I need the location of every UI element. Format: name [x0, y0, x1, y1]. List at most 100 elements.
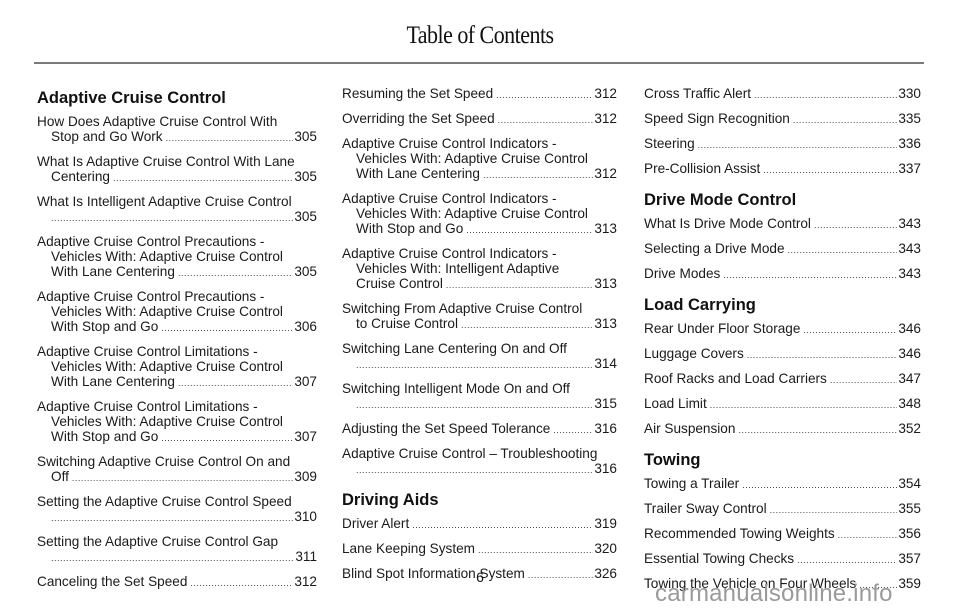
entry-page-number: 310	[294, 509, 317, 524]
dot-leader	[113, 171, 293, 186]
dot-leader	[830, 373, 897, 388]
toc-entry[interactable]: Switching Lane Centering On and Off 314	[342, 341, 617, 373]
toc-entry[interactable]: Adaptive Cruise Control Precautions - Veh…	[37, 289, 317, 336]
entry-last-line: Steering 336	[644, 136, 921, 153]
toc-entry[interactable]: What Is Adaptive Cruise Control With Lan…	[37, 154, 317, 186]
entry-last-line: to Cruise Control 313	[342, 316, 617, 333]
section-heading: Adaptive Cruise Control	[37, 89, 226, 107]
entry-page-number: 343	[898, 216, 921, 231]
toc-entry[interactable]: Adaptive Cruise Control Limitations - Veh…	[37, 344, 317, 391]
entry-text: Vehicles With: Adaptive Cruise Control	[51, 249, 283, 264]
toc-entry[interactable]: Towing a Trailer 354	[644, 476, 921, 493]
toc-section: Resuming the Set Speed312 Overriding the …	[342, 86, 617, 478]
entry-text: Pre-Collision Assist	[644, 161, 761, 176]
entry-page-number: 337	[898, 161, 921, 176]
toc-entry[interactable]: Switching Adaptive Cruise Control On and…	[37, 454, 317, 486]
toc-entry[interactable]: Switching Intelligent Mode On and Off 315	[342, 381, 617, 413]
entry-page-number: 352	[898, 421, 921, 436]
toc-entry[interactable]: Resuming the Set Speed 312	[342, 86, 617, 103]
toc-entry[interactable]: Lane Keeping System 320	[342, 541, 617, 558]
entry-text: Switching Adaptive Cruise Control On and	[37, 454, 291, 469]
toc-entry[interactable]: Adaptive Cruise Control Limitations - Veh…	[37, 399, 317, 446]
entry-page-number: 330	[898, 86, 921, 101]
entry-text: Steering	[644, 136, 695, 151]
toc-entry[interactable]: Driver Alert 319	[342, 516, 617, 533]
entry-last-line: Resuming the Set Speed 312	[342, 86, 617, 103]
toc-entry[interactable]: How Does Adaptive Cruise Control With Sto…	[37, 114, 317, 146]
entry-text: Vehicles With: Adaptive Cruise Control	[356, 206, 588, 221]
toc-entry[interactable]: Speed Sign Recognition 335	[644, 111, 921, 128]
entry-text: Drive Modes	[644, 266, 721, 281]
toc-entry[interactable]: Adaptive Cruise Control – Troubleshootin…	[342, 446, 617, 478]
entry-last-line: Load Limit 348	[644, 396, 921, 413]
entry-page-number: 311	[295, 549, 317, 564]
dot-leader	[803, 323, 897, 338]
dot-leader	[738, 423, 897, 438]
toc-entry[interactable]: Cross Traffic Alert 330	[644, 86, 921, 103]
entry-text: Adaptive Cruise Control – Troubleshootin…	[342, 446, 598, 461]
dot-leader	[161, 431, 293, 446]
entry-text: Trailer Sway Control	[644, 501, 767, 516]
entry-text: Roof Racks and Load Carriers	[644, 371, 827, 386]
entry-last-line: Driver Alert 319	[342, 516, 617, 533]
dot-leader	[178, 376, 293, 391]
toc-entry[interactable]: Selecting a Drive Mode 343	[644, 241, 921, 258]
entry-text: Cross Traffic Alert	[644, 86, 752, 101]
dot-leader	[496, 88, 593, 103]
toc-entry[interactable]: Air Suspension 352	[644, 421, 921, 438]
toc-entry[interactable]: Essential Towing Checks 357	[644, 551, 921, 568]
entry-last-line: 311	[37, 549, 317, 566]
toc-entry[interactable]: Roof Racks and Load Carriers 347	[644, 371, 921, 388]
entry-last-line: Air Suspension 352	[644, 421, 921, 438]
entry-text: What Is Adaptive Cruise Control With Lan…	[37, 154, 295, 169]
entry-last-line: Adjusting the Set Speed Tolerance 316	[342, 421, 617, 438]
toc-column-3: Cross Traffic Alert 330 Speed Sign Recogni…	[644, 86, 921, 601]
toc-entry[interactable]: Overriding the Set Speed 312	[342, 111, 617, 128]
entry-text: Vehicles With: Adaptive Cruise Control	[51, 414, 283, 429]
entry-last-line: 316	[342, 461, 617, 478]
toc-entry[interactable]: Switching From Adaptive Cruise Control to…	[342, 301, 617, 333]
toc-entry[interactable]: Load Limit 348	[644, 396, 921, 413]
entry-text: With Lane Centering	[356, 166, 480, 181]
toc-entry[interactable]: Adaptive Cruise Control Precautions - Veh…	[37, 234, 317, 281]
toc-entry[interactable]: Trailer Sway Control 355	[644, 501, 921, 518]
entry-text: Rear Under Floor Storage	[644, 321, 801, 336]
toc-entry[interactable]: Drive Modes 343	[644, 266, 921, 283]
entry-last-line: 314	[342, 356, 617, 373]
entry-last-line: What Is Drive Mode Control 343	[644, 216, 921, 233]
section-heading: Drive Mode Control	[644, 191, 797, 209]
entry-text: Adaptive Cruise Control Limitations -	[37, 344, 258, 359]
dot-leader	[478, 543, 593, 558]
dot-leader	[356, 463, 593, 478]
dot-leader	[178, 266, 293, 281]
entry-page-number: 335	[898, 111, 921, 126]
entry-page-number: 347	[898, 371, 921, 386]
toc-entry[interactable]: Adaptive Cruise Control Indicators - Vehi…	[342, 191, 617, 238]
entry-text: Adjusting the Set Speed Tolerance	[342, 421, 551, 436]
toc-entry[interactable]: Steering 336	[644, 136, 921, 153]
entry-text: Recommended Towing Weights	[644, 526, 835, 541]
toc-entry[interactable]: Setting the Adaptive Cruise Control Gap 3…	[37, 534, 317, 566]
entry-page-number: 305	[294, 169, 317, 184]
entry-text: What Is Intelligent Adaptive Cruise Cont…	[37, 194, 292, 209]
toc-entry[interactable]: Pre-Collision Assist 337	[644, 161, 921, 178]
toc-entry[interactable]: Setting the Adaptive Cruise Control Spee…	[37, 494, 317, 526]
entry-text: Switching From Adaptive Cruise Control	[342, 301, 583, 316]
dot-leader	[72, 471, 293, 486]
entry-last-line: 305	[37, 209, 317, 226]
dot-leader	[412, 518, 593, 533]
entry-text: Switching Intelligent Mode On and Off	[342, 381, 570, 396]
entry-text: With Lane Centering	[51, 374, 175, 389]
toc-entry[interactable]: Adjusting the Set Speed Tolerance 316	[342, 421, 617, 438]
toc-entry[interactable]: Luggage Covers 346	[644, 346, 921, 363]
toc-entry[interactable]: What Is Intelligent Adaptive Cruise Cont…	[37, 194, 317, 226]
entry-text: Luggage Covers	[644, 346, 744, 361]
entry-page-number: 305	[294, 129, 317, 144]
entry-page-number: 354	[898, 476, 921, 491]
toc-entry[interactable]: Adaptive Cruise Control Indicators - Vehi…	[342, 136, 617, 183]
toc-entry[interactable]: Rear Under Floor Storage 346	[644, 321, 921, 338]
entry-text: With Stop and Go	[356, 221, 464, 236]
toc-entry[interactable]: Recommended Towing Weights 356	[644, 526, 921, 543]
toc-entry[interactable]: Adaptive Cruise Control Indicators - Vehi…	[342, 246, 617, 293]
toc-entry[interactable]: What Is Drive Mode Control 343	[644, 216, 921, 233]
